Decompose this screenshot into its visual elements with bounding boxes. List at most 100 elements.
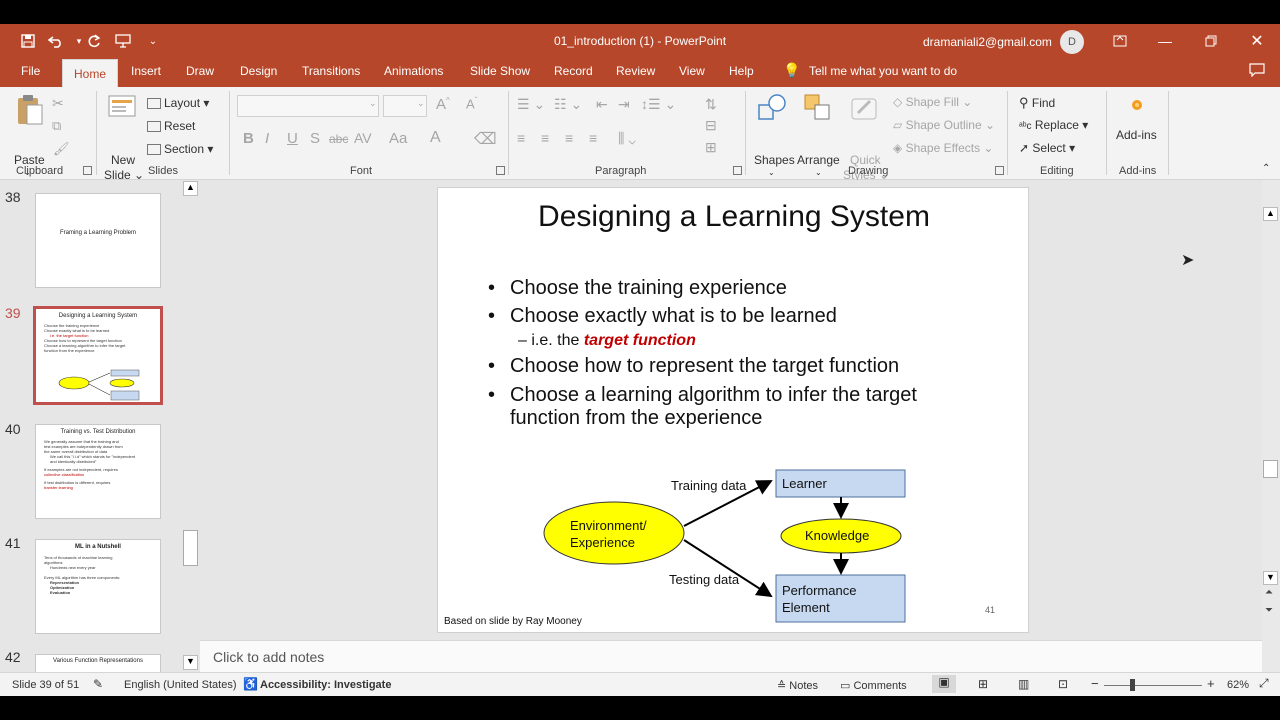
slideshow-icon[interactable]: ⊡: [1058, 677, 1068, 691]
font-color-button[interactable]: A: [430, 129, 441, 147]
tab-view[interactable]: View: [679, 64, 705, 78]
smartart-icon[interactable]: ⊞: [705, 139, 717, 156]
zoom-slider-thumb[interactable]: [1130, 679, 1135, 691]
select-button[interactable]: ➚ Select ▾: [1019, 141, 1075, 155]
arrange-dropdown-icon[interactable]: ⌄: [815, 168, 822, 177]
slide-scrollbar[interactable]: ▲ ▼ ⏶ ⏷: [1262, 180, 1280, 672]
slide-thumbnail-38[interactable]: Framing a Learning Problem: [35, 193, 161, 288]
character-spacing-button[interactable]: AV: [354, 130, 372, 146]
decrease-indent-icon[interactable]: ⇤: [596, 96, 608, 113]
zoom-slider-track[interactable]: [1104, 685, 1202, 686]
previous-slide-icon[interactable]: ⏶: [1265, 587, 1273, 598]
slide-thumbnail-41[interactable]: ML in a Nutshell Tens of thousands of ma…: [35, 539, 161, 634]
comments-button[interactable]: ▭ Comments: [840, 679, 907, 692]
tab-animations[interactable]: Animations: [384, 64, 443, 78]
shapes-dropdown-icon[interactable]: ⌄: [768, 168, 775, 177]
normal-view-icon[interactable]: ▣: [932, 675, 956, 693]
underline-button[interactable]: U: [287, 130, 298, 147]
align-text-icon[interactable]: ⊟: [705, 117, 717, 134]
format-painter-icon[interactable]: 🖌: [53, 141, 70, 157]
paragraph-launcher-icon[interactable]: [733, 166, 742, 175]
tab-design[interactable]: Design: [240, 64, 277, 78]
new-slide-icon[interactable]: [108, 93, 138, 124]
line-spacing-icon[interactable]: ↕☰ ⌄: [641, 96, 676, 113]
shapes-icon[interactable]: [757, 93, 789, 126]
font-size-dropdown-icon[interactable]: ⌄: [417, 98, 425, 109]
shape-fill-button[interactable]: ◇ Shape Fill ⌄: [893, 95, 972, 109]
tab-insert[interactable]: Insert: [131, 64, 161, 78]
addins-button[interactable]: Add-ins: [1116, 128, 1157, 142]
zoom-in-icon[interactable]: +: [1207, 676, 1215, 691]
minimize-icon[interactable]: —: [1150, 27, 1180, 55]
decrease-font-size-icon[interactable]: Aˇ: [466, 96, 477, 111]
quick-styles-icon[interactable]: [850, 93, 880, 126]
reading-view-icon[interactable]: ▥: [1018, 677, 1029, 691]
text-direction-icon[interactable]: ⇅: [705, 96, 717, 113]
slide-sorter-icon[interactable]: ⊞: [978, 677, 988, 691]
avatar[interactable]: D: [1060, 30, 1084, 54]
tab-record[interactable]: Record: [554, 64, 593, 78]
shape-effects-button[interactable]: ◈ Shape Effects ⌄: [893, 141, 993, 155]
scrollbar-thumb[interactable]: [1263, 460, 1278, 478]
zoom-out-icon[interactable]: −: [1091, 676, 1099, 691]
scroll-down-icon[interactable]: ▼: [183, 655, 198, 670]
scroll-down-icon[interactable]: ▼: [1263, 571, 1278, 585]
columns-icon[interactable]: ⫼ ⌄: [618, 130, 636, 147]
tab-draw[interactable]: Draw: [186, 64, 214, 78]
reset-button[interactable]: Reset: [147, 119, 195, 133]
thumbnail-scrollbar[interactable]: ▲ ▼: [182, 180, 199, 672]
arrange-icon[interactable]: [803, 93, 833, 126]
section-button[interactable]: Section ▾: [147, 142, 213, 156]
language-status[interactable]: English (United States): [124, 679, 237, 691]
scrollbar-thumb[interactable]: [183, 530, 198, 566]
current-slide[interactable]: Designing a Learning System • Choose the…: [437, 187, 1029, 633]
clipboard-launcher-icon[interactable]: [83, 166, 92, 175]
scroll-up-icon[interactable]: ▲: [1263, 207, 1278, 221]
replace-button[interactable]: ᵃᵇc Replace ▾: [1019, 118, 1088, 132]
tab-file[interactable]: File: [21, 64, 40, 78]
new-slide-label[interactable]: New: [111, 153, 135, 167]
arrange-button[interactable]: Arrange: [797, 153, 840, 167]
scroll-up-icon[interactable]: ▲: [183, 181, 198, 196]
slide-thumbnail-39[interactable]: Designing a Learning System Choose the t…: [33, 306, 163, 405]
align-left-icon[interactable]: ≡: [517, 130, 525, 146]
tab-help[interactable]: Help: [729, 64, 754, 78]
accessibility-icon[interactable]: ♿: [243, 677, 258, 691]
user-email[interactable]: dramaniali2@gmail.com: [923, 35, 1052, 49]
spelling-icon[interactable]: ✎: [93, 677, 103, 691]
ribbon-display-options-icon[interactable]: [1105, 27, 1135, 55]
next-slide-icon[interactable]: ⏷: [1265, 605, 1273, 616]
tab-slide-show[interactable]: Slide Show: [470, 64, 530, 78]
zoom-level[interactable]: 62%: [1227, 679, 1249, 691]
bullets-icon[interactable]: ☰ ⌄: [517, 96, 545, 113]
tab-review[interactable]: Review: [616, 64, 655, 78]
clear-formatting-icon[interactable]: ⌫: [474, 129, 497, 149]
fit-to-window-icon[interactable]: ⤢: [1259, 676, 1269, 691]
copy-icon[interactable]: ⧉: [52, 118, 61, 134]
font-family-dropdown-icon[interactable]: ⌄: [369, 98, 377, 109]
shapes-button[interactable]: Shapes: [754, 153, 795, 167]
numbering-icon[interactable]: ☷ ⌄: [554, 96, 582, 113]
font-family-combobox[interactable]: [237, 95, 379, 117]
font-launcher-icon[interactable]: [496, 166, 505, 175]
strikethrough-button[interactable]: abc: [329, 132, 348, 146]
bold-button[interactable]: B: [243, 130, 254, 147]
italic-button[interactable]: I: [265, 130, 269, 147]
justify-icon[interactable]: ≡: [589, 130, 597, 146]
shape-outline-button[interactable]: ▱ Shape Outline ⌄: [893, 118, 995, 132]
layout-button[interactable]: Layout ▾: [147, 96, 209, 110]
notes-placeholder[interactable]: Click to add notes: [213, 649, 324, 665]
collapse-ribbon-icon[interactable]: ⌃: [1262, 163, 1270, 174]
find-button[interactable]: ⚲ Find: [1019, 95, 1055, 111]
increase-indent-icon[interactable]: ⇥: [618, 96, 630, 113]
align-center-icon[interactable]: ≡: [541, 130, 549, 146]
tell-me-search[interactable]: Tell me what you want to do: [809, 64, 957, 78]
tab-home[interactable]: Home: [62, 59, 118, 87]
slide-counter[interactable]: Slide 39 of 51: [12, 679, 79, 691]
accessibility-status[interactable]: Accessibility: Investigate: [260, 679, 391, 691]
drawing-launcher-icon[interactable]: [995, 166, 1004, 175]
comments-icon[interactable]: [1249, 63, 1265, 80]
align-right-icon[interactable]: ≡: [565, 130, 573, 146]
paste-icon[interactable]: [16, 93, 44, 130]
change-case-button[interactable]: Aa: [389, 130, 407, 147]
